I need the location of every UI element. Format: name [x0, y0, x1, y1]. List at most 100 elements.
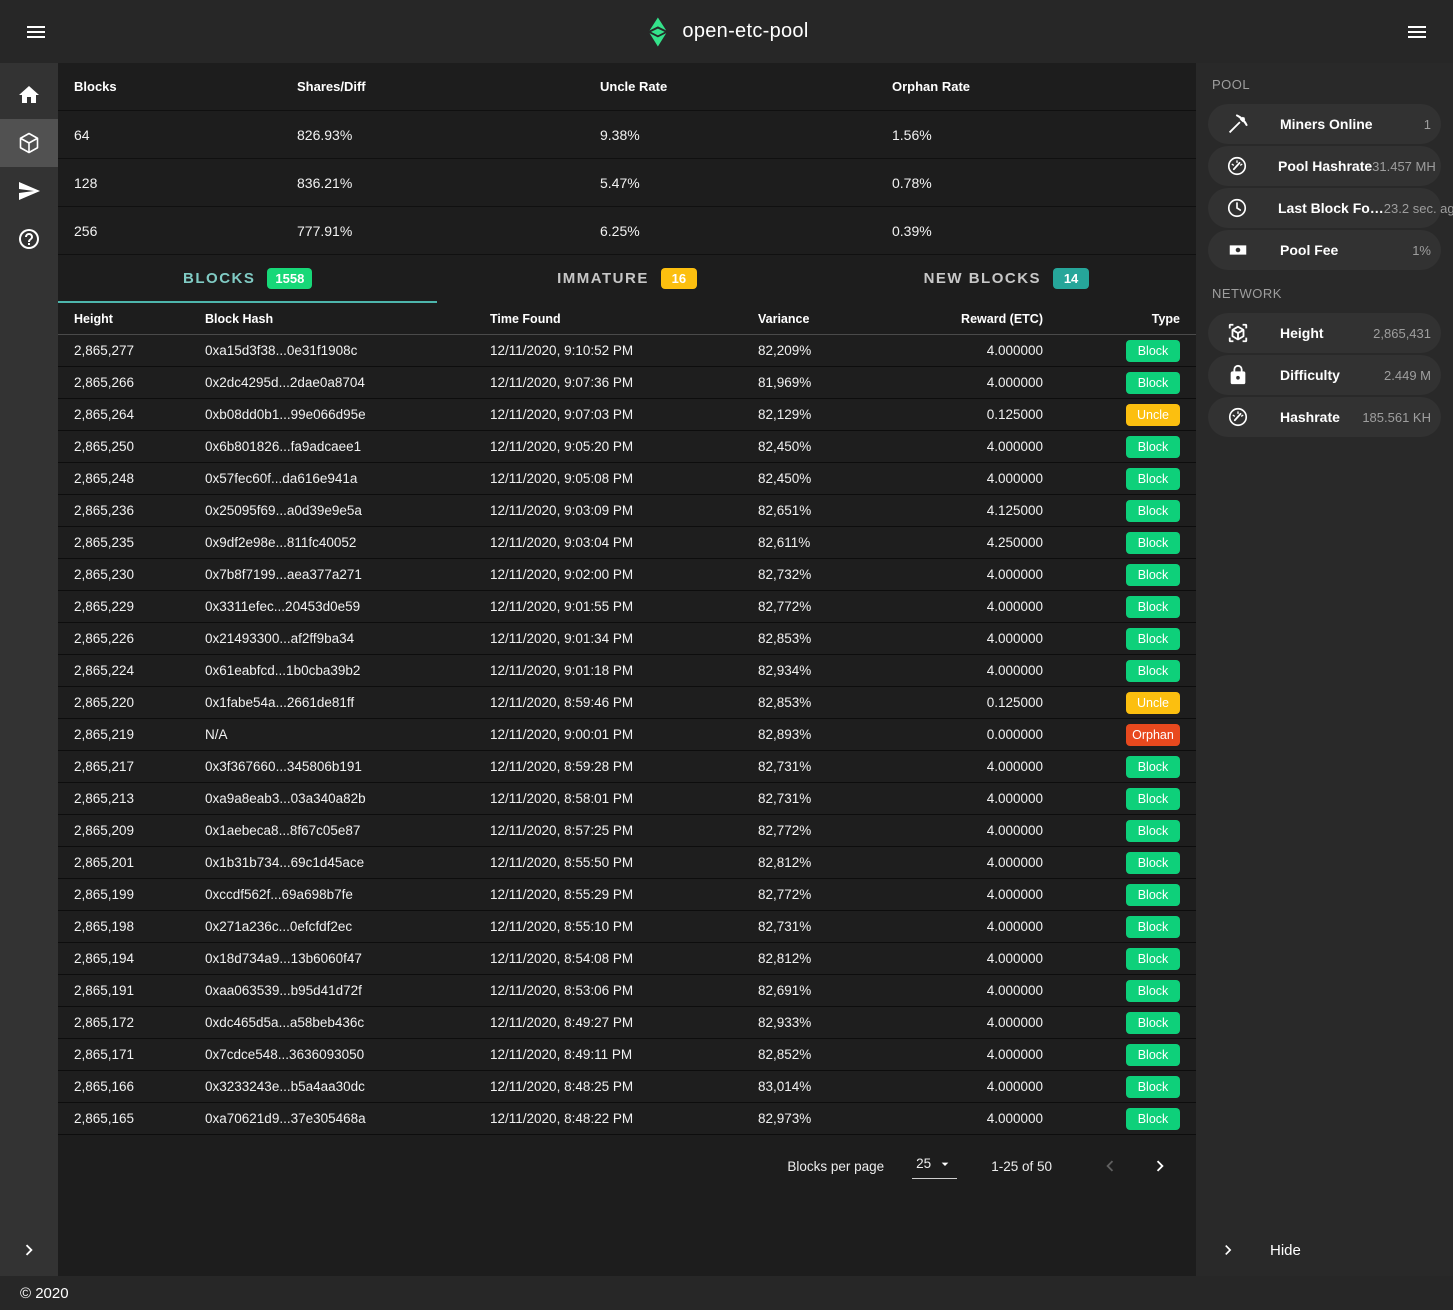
- block-time-found: 12/11/2020, 8:54:08 PM: [490, 951, 758, 966]
- block-reward: 0.000000: [918, 727, 1043, 742]
- nav-item-help[interactable]: [0, 215, 58, 263]
- block-height: 2,865,191: [74, 983, 205, 998]
- stat-value: 31.457 MH: [1372, 159, 1436, 174]
- cash-icon: [1226, 238, 1250, 262]
- clock-icon: [1226, 196, 1248, 220]
- block-height: 2,865,236: [74, 503, 205, 518]
- block-variance: 82,732%: [758, 567, 918, 582]
- tab-new-blocks[interactable]: NEW BLOCKS 14: [817, 255, 1196, 303]
- block-reward: 4.000000: [918, 663, 1043, 678]
- luck-cell: 0.39%: [892, 223, 1180, 239]
- block-reward: 4.125000: [918, 503, 1043, 518]
- luck-table-header: BlocksShares/DiffUncle RateOrphan Rate: [58, 63, 1196, 111]
- stat-label: Miners Online: [1280, 116, 1373, 132]
- next-page-button[interactable]: [1144, 1150, 1176, 1182]
- block-row: 2,865,199 0xccdf562f...69a698b7fe 12/11/…: [58, 879, 1196, 911]
- prev-page-button[interactable]: [1094, 1150, 1126, 1182]
- block-hash: 0x7b8f7199...aea377a271: [205, 567, 490, 582]
- block-row: 2,865,277 0xa15d3f38...0e31f1908c 12/11/…: [58, 335, 1196, 367]
- luck-cell: 0.78%: [892, 175, 1180, 191]
- nav-item-blocks[interactable]: [0, 119, 58, 167]
- block-row: 2,865,213 0xa9a8eab3...03a340a82b 12/11/…: [58, 783, 1196, 815]
- luck-cell: 6.25%: [600, 223, 892, 239]
- stat-label: Last Block Fo…: [1278, 200, 1384, 216]
- block-hash: 0x6b801826...fa9adcaee1: [205, 439, 490, 454]
- block-time-found: 12/11/2020, 9:05:20 PM: [490, 439, 758, 454]
- block-height: 2,865,220: [74, 695, 205, 710]
- block-height: 2,865,217: [74, 759, 205, 774]
- block-row: 2,865,217 0x3f367660...345806b191 12/11/…: [58, 751, 1196, 783]
- blocks-column-label: Variance: [758, 312, 918, 326]
- block-time-found: 12/11/2020, 8:58:01 PM: [490, 791, 758, 806]
- page-size-value: 25: [916, 1156, 931, 1171]
- block-reward: 4.000000: [918, 887, 1043, 902]
- block-height: 2,865,213: [74, 791, 205, 806]
- panel-section-title: POOL: [1196, 63, 1453, 102]
- nav-item-payments[interactable]: [0, 167, 58, 215]
- right-menu-button[interactable]: [1399, 14, 1435, 50]
- block-hash: 0xa70621d9...37e305468a: [205, 1111, 490, 1126]
- stat-label: Pool Hashrate: [1278, 158, 1372, 174]
- home-icon: [17, 83, 41, 107]
- luck-cell: 64: [74, 127, 297, 143]
- block-reward: 4.000000: [918, 567, 1043, 582]
- blocks-column-label: Block Hash: [205, 312, 490, 326]
- lock-icon: [1226, 363, 1250, 387]
- block-time-found: 12/11/2020, 8:48:22 PM: [490, 1111, 758, 1126]
- blocks-table: HeightBlock HashTime FoundVarianceReward…: [58, 303, 1196, 1135]
- block-reward: 4.000000: [918, 1079, 1043, 1094]
- app-title: open-etc-pool: [682, 20, 808, 43]
- block-hash: 0x9df2e98e...811fc40052: [205, 535, 490, 550]
- block-variance: 81,969%: [758, 375, 918, 390]
- block-height: 2,865,230: [74, 567, 205, 582]
- block-hash: 0xdc465d5a...a58beb436c: [205, 1015, 490, 1030]
- block-height: 2,865,172: [74, 1015, 205, 1030]
- tab-label: BLOCKS: [183, 270, 255, 287]
- block-reward: 4.000000: [918, 983, 1043, 998]
- luck-column-label: Uncle Rate: [600, 79, 892, 94]
- chevron-left-icon: [1099, 1155, 1121, 1177]
- block-type-badge: Uncle: [1126, 692, 1180, 714]
- block-height: 2,865,226: [74, 631, 205, 646]
- main-content: BlocksShares/DiffUncle RateOrphan Rate 6…: [58, 63, 1196, 1276]
- block-hash: 0x2dc4295d...2dae0a8704: [205, 375, 490, 390]
- tab-count-badge: 14: [1053, 268, 1089, 289]
- block-height: 2,865,266: [74, 375, 205, 390]
- block-height: 2,865,219: [74, 727, 205, 742]
- block-type-badge: Block: [1126, 756, 1180, 778]
- block-type-badge: Block: [1126, 660, 1180, 682]
- block-type-badge: Block: [1126, 532, 1180, 554]
- tab-immature[interactable]: IMMATURE 16: [437, 255, 816, 303]
- pickaxe-icon: [1226, 112, 1250, 136]
- block-type-badge: Block: [1126, 564, 1180, 586]
- block-row: 2,865,250 0x6b801826...fa9adcaee1 12/11/…: [58, 431, 1196, 463]
- luck-cell: 826.93%: [297, 127, 600, 143]
- block-row: 2,865,229 0x3311efec...20453d0e59 12/11/…: [58, 591, 1196, 623]
- send-icon: [17, 179, 41, 203]
- block-type-badge: Block: [1126, 916, 1180, 938]
- block-row: 2,865,236 0x25095f69...a0d39e9e5a 12/11/…: [58, 495, 1196, 527]
- block-hash: 0xa15d3f38...0e31f1908c: [205, 343, 490, 358]
- menu-button[interactable]: [18, 14, 54, 50]
- hide-panel-button[interactable]: Hide: [1196, 1224, 1453, 1276]
- block-type-badge: Block: [1126, 884, 1180, 906]
- tab-count-badge: 16: [661, 268, 697, 289]
- block-hash: 0x3f367660...345806b191: [205, 759, 490, 774]
- block-time-found: 12/11/2020, 8:53:06 PM: [490, 983, 758, 998]
- block-height: 2,865,199: [74, 887, 205, 902]
- block-type-badge: Block: [1126, 852, 1180, 874]
- page-size-select[interactable]: 25: [912, 1154, 957, 1179]
- block-time-found: 12/11/2020, 8:59:46 PM: [490, 695, 758, 710]
- block-variance: 82,853%: [758, 631, 918, 646]
- block-time-found: 12/11/2020, 9:01:34 PM: [490, 631, 758, 646]
- block-row: 2,865,220 0x1fabe54a...2661de81ff 12/11/…: [58, 687, 1196, 719]
- block-row: 2,865,171 0x7cdce548...3636093050 12/11/…: [58, 1039, 1196, 1071]
- tab-blocks[interactable]: BLOCKS 1558: [58, 255, 437, 303]
- nav-expand-button[interactable]: [0, 1224, 58, 1276]
- nav-item-home[interactable]: [0, 71, 58, 119]
- block-hash: 0x3233243e...b5a4aa30dc: [205, 1079, 490, 1094]
- block-height: 2,865,235: [74, 535, 205, 550]
- block-time-found: 12/11/2020, 9:05:08 PM: [490, 471, 758, 486]
- block-reward: 4.000000: [918, 759, 1043, 774]
- stats-panel: POOL Miners Online 1 Pool Hashrate 31.45…: [1196, 63, 1453, 1276]
